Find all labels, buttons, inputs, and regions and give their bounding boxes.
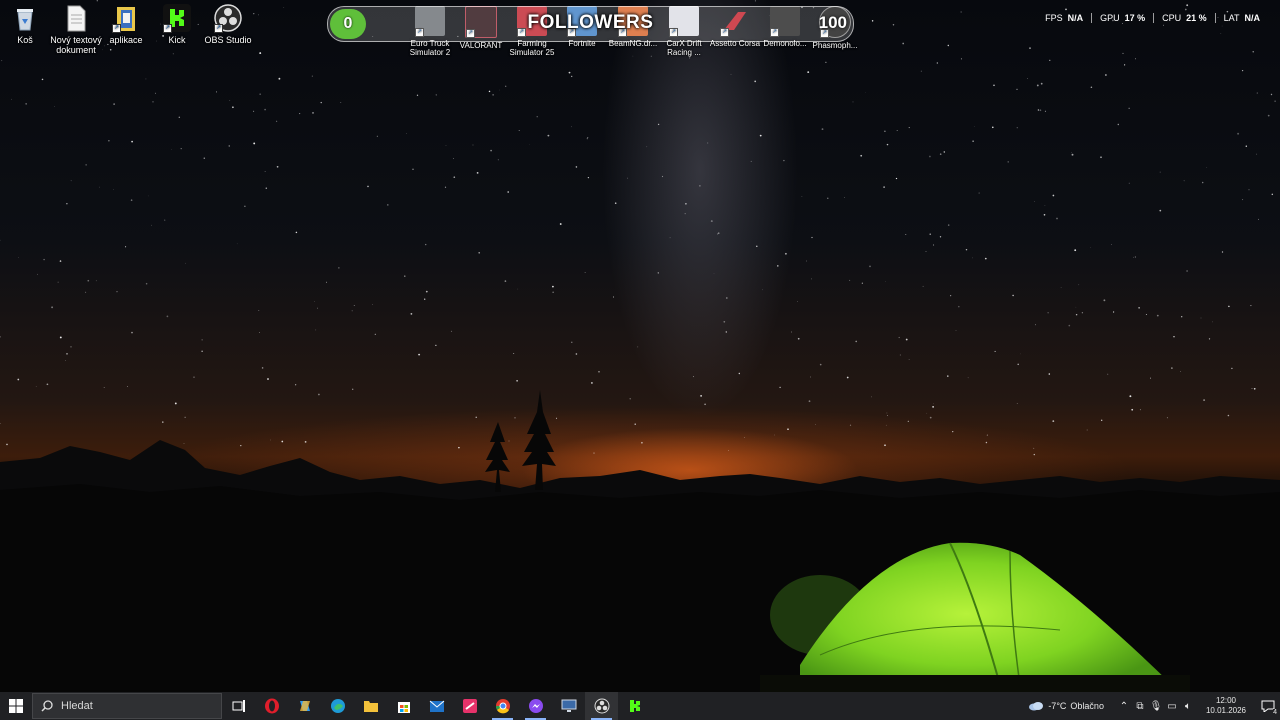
cloud-icon: [1029, 702, 1044, 711]
taskbar-store[interactable]: [387, 692, 420, 720]
taskbar-copilot[interactable]: [288, 692, 321, 720]
clock-time: 12:00: [1215, 696, 1236, 705]
shortcut-arrow-icon: ↗: [214, 24, 223, 33]
taskbar-chrome[interactable]: [486, 692, 519, 720]
opera-icon: [264, 698, 279, 714]
weather-widget[interactable]: -7°C Oblačno: [1028, 701, 1104, 711]
device-icon[interactable]: ⧉: [1132, 701, 1148, 712]
performance-overlay: FPS N/A GPU 17 % CPU 21 % LAT N/A: [1037, 13, 1268, 23]
desktop-icon-label: Koš: [17, 35, 33, 45]
taskbar-opera[interactable]: [255, 692, 288, 720]
desktop-icon-obs[interactable]: ↗ OBS Studio: [198, 4, 258, 45]
store-icon: [397, 702, 410, 713]
shortcut-arrow-icon: ↗: [112, 24, 121, 33]
desktop-icon-label: OBS Studio: [204, 35, 252, 45]
taskbar-kick[interactable]: [618, 692, 651, 720]
game-label: Phasmoph...: [812, 41, 858, 50]
kick-icon: [629, 700, 640, 712]
notification-count: 4: [1273, 709, 1277, 716]
follower-goal-bar: 0 FOLLOWERS 100: [327, 6, 854, 42]
volume-icon[interactable]: 🔈︎: [1180, 701, 1196, 712]
desktop-icon-label: Kick: [168, 35, 186, 45]
taskbar-clock[interactable]: 12:00 10.01.2026: [1206, 696, 1246, 716]
desktop-icon-label: Nový textový dokument: [50, 35, 102, 55]
taskbar-edge[interactable]: [321, 692, 354, 720]
desktop-icon-label: aplikace: [109, 35, 143, 45]
follower-goal-max: 100: [818, 13, 847, 32]
chevron-up-icon[interactable]: ⌃: [1116, 701, 1132, 712]
taskbar-monitor-app[interactable]: [552, 692, 585, 720]
mail-icon: [429, 700, 444, 712]
network-icon[interactable]: ▭: [1164, 701, 1180, 712]
obs-icon: ↗: [214, 4, 242, 33]
task-view-button[interactable]: [222, 692, 255, 720]
folder-icon: ↗: [112, 4, 140, 33]
taskbar-streamer-app[interactable]: [453, 692, 486, 720]
search-placeholder: Hledat: [61, 700, 93, 712]
monitor-app-icon: [561, 699, 576, 712]
taskbar-search[interactable]: Hledat: [32, 693, 222, 719]
game-label: VALORANT: [459, 41, 503, 50]
clock-date: 10.01.2026: [1205, 706, 1246, 715]
glowing-tent: [760, 542, 1190, 692]
kick-icon: ↗: [163, 4, 191, 33]
microphone-icon[interactable]: 🎙︎: [1148, 701, 1164, 712]
taskbar-messenger[interactable]: [519, 692, 552, 720]
system-tray: -7°C Oblačno ⌃ ⧉ 🎙︎ ▭ 🔈︎ 12:00 10.01.202…: [1028, 692, 1280, 720]
notification-center-button[interactable]: 4: [1256, 692, 1280, 720]
taskbar-mail[interactable]: [420, 692, 453, 720]
task-view-icon: [232, 700, 245, 712]
shortcut-arrow-icon: ↗: [163, 24, 172, 33]
taskbar-obs[interactable]: [585, 692, 618, 720]
chrome-icon: [495, 699, 510, 714]
search-icon: [41, 700, 53, 712]
taskbar-file-explorer[interactable]: [354, 692, 387, 720]
start-button[interactable]: [0, 692, 32, 720]
copilot-icon: [299, 701, 310, 711]
desktop-wallpaper: [0, 0, 1280, 692]
weather-temp: -7°C: [1048, 701, 1067, 711]
taskbar: Hledat -7°C Oblačno ⌃ ⧉ 🎙︎ ▭ 🔈︎ 12:00 10…: [0, 692, 1280, 720]
file-explorer-icon: [363, 701, 378, 712]
perf-lat: LAT N/A: [1214, 13, 1268, 23]
weather-condition: Oblačno: [1070, 701, 1104, 711]
messenger-icon: [528, 699, 543, 713]
obs-icon: [594, 698, 609, 714]
streamer-app-icon: [462, 699, 477, 713]
recycle-bin-icon: [11, 4, 39, 32]
edge-icon: [330, 699, 345, 713]
perf-fps: FPS N/A: [1045, 13, 1084, 23]
text-document-icon: [62, 4, 90, 32]
perf-gpu: GPU 17 %: [1091, 13, 1153, 23]
windows-logo-icon: [9, 699, 23, 713]
perf-cpu: CPU 21 %: [1153, 13, 1215, 23]
follower-goal-title: FOLLOWERS: [527, 12, 654, 33]
